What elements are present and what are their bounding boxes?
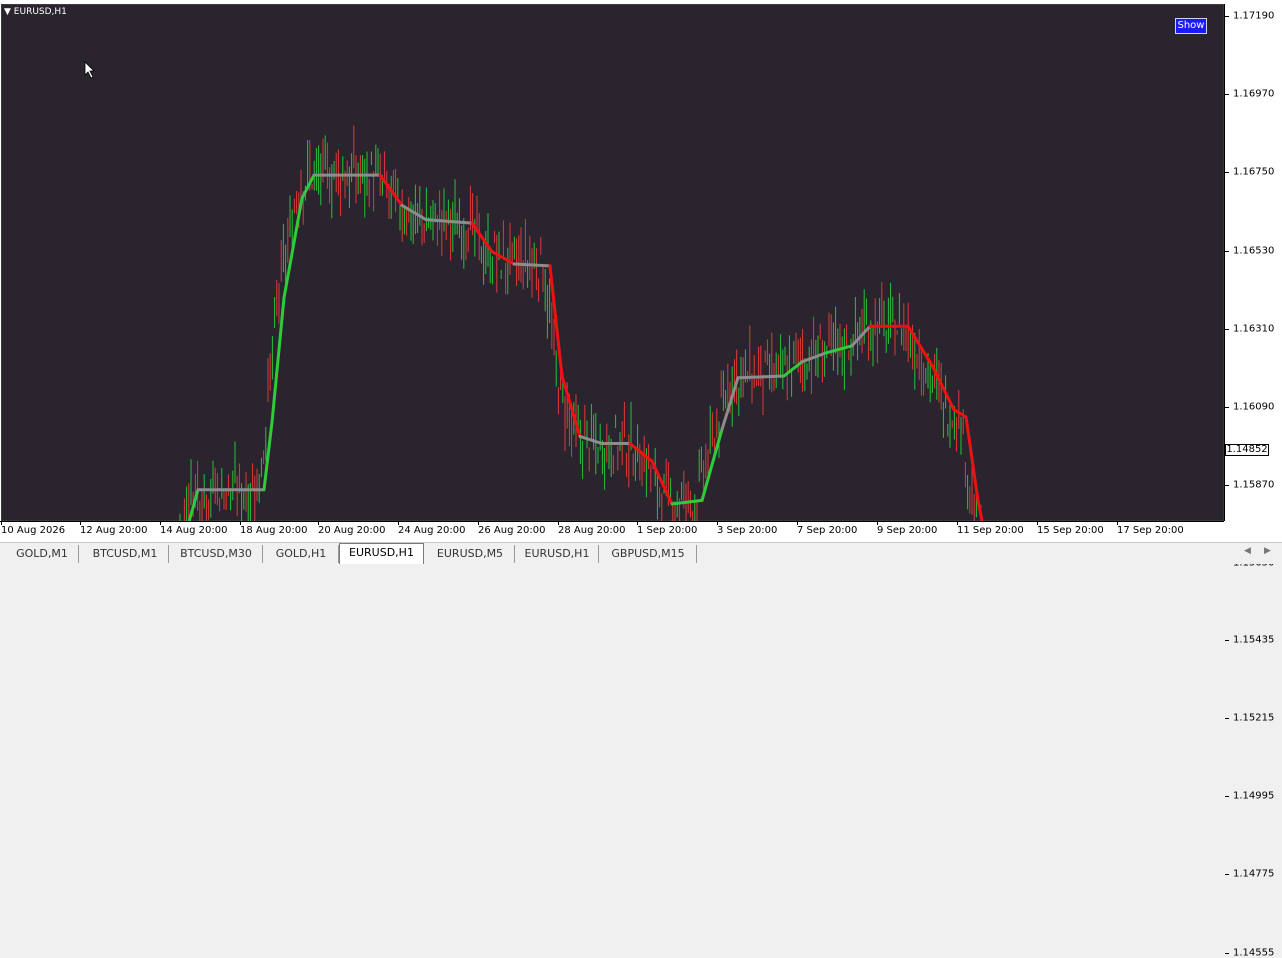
symbol-title[interactable]: ▼ EURUSD,H1 (4, 7, 67, 17)
time-tick-label: 28 Aug 20:00 (558, 525, 626, 536)
price-tick-label: 1.17190 (1233, 10, 1275, 22)
price-tick (1225, 485, 1229, 487)
chart-window[interactable]: ▼ EURUSD,H1 Show 1.17190 1.16970 1.16750 1.… (0, 0, 1282, 958)
time-tick-label: 7 Sep 20:00 (797, 525, 858, 536)
show-button[interactable]: Show (1175, 18, 1207, 34)
price-tick (1225, 16, 1229, 17)
tab-eurusd-h1[interactable]: EURUSD,H1 (516, 545, 599, 563)
triangle-down-icon[interactable]: ▼ (4, 7, 11, 17)
trend-line-segment (270, 296, 286, 424)
price-chart[interactable] (2, 5, 1225, 522)
price-tick-label: 1.15870 (1233, 479, 1275, 491)
tab-gbpusd-m15[interactable]: GBPUSD,M15 (600, 545, 697, 563)
price-tick-label: 1.15435 (1233, 634, 1275, 646)
tab-eurusd-m5[interactable]: EURUSD,M5 (426, 545, 515, 563)
time-tick-label: 20 Aug 20:00 (318, 525, 386, 536)
price-tick-label: 1.14555 (1233, 947, 1275, 958)
tab-eurusd-h1[interactable]: EURUSD,H1 (339, 543, 424, 564)
time-tick-label: 10 Aug 2026 (1, 525, 66, 536)
trend-line-segment (262, 420, 274, 492)
tab-btcusd-m30[interactable]: BTCUSD,M30 (170, 545, 263, 563)
tab-gold-m1[interactable]: GOLD,M1 (6, 545, 79, 563)
time-axis[interactable]: 10 Aug 2026 12 Aug 20:00 14 Aug 20:00 18 Au… (0, 521, 1224, 542)
price-tick-label: 1.16970 (1233, 88, 1275, 100)
price-tick (1225, 328, 1229, 330)
time-tick-label: 3 Sep 20:00 (717, 525, 778, 536)
time-tick-label: 11 Sep 20:00 (957, 525, 1024, 536)
time-tick-label: 9 Sep 20:00 (877, 525, 938, 536)
tab-btcusd-m1[interactable]: BTCUSD,M1 (82, 545, 169, 563)
price-tick (1225, 718, 1229, 720)
time-tick-label: 18 Aug 20:00 (240, 525, 308, 536)
price-tick-label: 1.14995 (1233, 790, 1275, 802)
tab-gold-h1[interactable]: GOLD,H1 (264, 545, 339, 563)
price-tick-label: 1.16750 (1233, 166, 1275, 178)
trend-line-segment (952, 408, 968, 419)
price-tick-label: 1.16310 (1233, 323, 1275, 335)
time-tick-label: 17 Sep 20:00 (1117, 525, 1184, 536)
chart-tabs-bar: ◀ ▶ GOLD,M1 BTCUSD,M1 BTCUSD,M30 GOLD,H1 EUR… (0, 542, 1282, 564)
price-tick-label: 1.16530 (1233, 245, 1275, 257)
trend-line-segment (736, 374, 786, 380)
price-tick (1225, 407, 1229, 408)
price-tick (1225, 250, 1229, 252)
price-tick-label: 1.14775 (1233, 868, 1275, 880)
time-tick-label: 1 Sep 20:00 (637, 525, 698, 536)
time-tick-label: 15 Sep 20:00 (1037, 525, 1104, 536)
price-tick-label: 1.16090 (1233, 401, 1275, 413)
trend-line-segment (906, 324, 934, 367)
price-tick (1225, 172, 1229, 174)
mouse-pointer-icon (84, 61, 96, 83)
chevron-left-icon[interactable]: ◀ (1244, 546, 1251, 556)
chart-plot-area[interactable] (1, 4, 1225, 522)
trend-line-segment (976, 498, 984, 522)
symbol-name: EURUSD,H1 (13, 7, 67, 17)
price-tick (1225, 796, 1229, 798)
price-tick (1225, 94, 1229, 96)
trend-line-segment (850, 324, 872, 348)
trend-line-segment (282, 196, 304, 300)
time-tick-label: 12 Aug 20:00 (80, 525, 148, 536)
current-price-label: 1.14852 (1225, 444, 1269, 456)
price-tick (1225, 874, 1229, 876)
time-tick-label: 24 Aug 20:00 (398, 525, 466, 536)
time-tick-label: 14 Aug 20:00 (160, 525, 228, 536)
chevron-right-icon[interactable]: ▶ (1264, 546, 1271, 556)
time-tick-label: 26 Aug 20:00 (478, 525, 546, 536)
price-tick (1225, 639, 1229, 641)
trend-line-segment (512, 262, 552, 268)
price-tick-label: 1.15215 (1233, 712, 1275, 724)
price-tick (1225, 952, 1229, 954)
trend-line-segment (824, 344, 854, 355)
